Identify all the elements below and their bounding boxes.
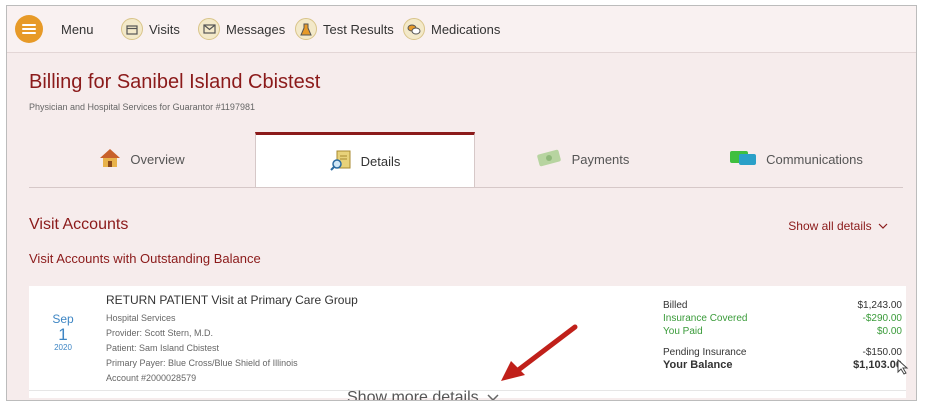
tab-details-label: Details — [360, 153, 401, 169]
tab-details[interactable]: Details — [255, 132, 475, 187]
nav-messages-label: Messages — [226, 21, 286, 37]
nav-medications[interactable]: Medications — [403, 16, 500, 42]
visit-date-day: 1 — [58, 325, 68, 344]
nav-visits[interactable]: Visits — [121, 16, 180, 42]
tab-payments[interactable]: Payments — [475, 132, 689, 187]
mouse-cursor-icon — [897, 359, 909, 375]
you-paid-label: You Paid — [663, 326, 703, 337]
tab-overview[interactable]: Overview — [29, 132, 255, 187]
app-window: Menu Visits Messages Test Results Medica… — [6, 5, 917, 401]
visit-account-card[interactable]: Sep 1 2020 RETURN PATIENT Visit at Prima… — [29, 286, 906, 398]
nav-test-results-label: Test Results — [323, 21, 394, 37]
show-all-details-label: Show all details — [788, 219, 872, 233]
your-balance-value: $1,103.00 — [853, 359, 902, 371]
tab-bar: Overview Details Payments Communications — [29, 132, 903, 188]
house-icon — [99, 148, 121, 171]
section-title: Visit Accounts — [29, 216, 129, 233]
pills-icon — [403, 18, 425, 40]
chat-bubbles-icon — [729, 148, 757, 171]
money-icon — [535, 148, 563, 171]
pending-insurance-value: -$150.00 — [862, 347, 902, 358]
billed-value: $1,243.00 — [857, 300, 903, 311]
visit-date-month: Sep — [52, 312, 74, 326]
calendar-icon — [121, 18, 143, 40]
visit-patient: Patient: Sam Island Cbistest — [106, 343, 220, 353]
visit-account-number: Account #2000028579 — [106, 373, 197, 383]
page-title: Billing for Sanibel Island Cbistest — [29, 71, 321, 93]
your-balance-label: Your Balance — [663, 359, 733, 371]
you-paid-value: $0.00 — [876, 326, 902, 337]
billed-label: Billed — [663, 300, 688, 311]
menu-label[interactable]: Menu — [61, 22, 94, 37]
tab-communications-label: Communications — [766, 152, 863, 167]
insurance-covered-value: -$290.00 — [862, 313, 902, 324]
nav-test-results[interactable]: Test Results — [295, 16, 394, 42]
visit-date: Sep 1 2020 — [29, 312, 97, 352]
chevron-down-icon — [487, 389, 499, 400]
show-all-details-link[interactable]: Show all details — [788, 219, 888, 233]
chevron-down-icon — [878, 219, 888, 233]
tab-payments-label: Payments — [571, 152, 630, 167]
nav-visits-label: Visits — [149, 21, 180, 37]
red-arrow-annotation — [501, 324, 578, 381]
visit-service: Hospital Services — [106, 313, 176, 323]
flask-icon — [295, 18, 317, 40]
pending-insurance-label: Pending Insurance — [663, 347, 747, 358]
nav-medications-label: Medications — [431, 21, 501, 37]
envelope-icon — [198, 18, 220, 40]
nav-messages[interactable]: Messages — [198, 16, 285, 42]
insurance-covered-label: Insurance Covered — [663, 313, 748, 324]
visit-date-year: 2020 — [54, 343, 72, 352]
subsection-title: Visit Accounts with Outstanding Balance — [29, 251, 261, 266]
top-nav-bar: Menu Visits Messages Test Results Medica… — [7, 6, 916, 53]
magnifier-document-icon — [329, 149, 352, 174]
tab-overview-label: Overview — [130, 152, 185, 167]
page-subtitle: Physician and Hospital Services for Guar… — [29, 102, 255, 112]
tab-communications[interactable]: Communications — [689, 132, 903, 187]
show-more-details-label: Show more details — [347, 389, 479, 401]
visit-title: RETURN PATIENT Visit at Primary Care Gro… — [106, 293, 358, 307]
visit-payer: Primary Payer: Blue Cross/Blue Shield of… — [106, 358, 298, 368]
visit-provider: Provider: Scott Stern, M.D. — [106, 328, 214, 338]
show-more-details-button[interactable]: Show more details — [347, 389, 499, 401]
menu-icon[interactable] — [15, 15, 43, 43]
